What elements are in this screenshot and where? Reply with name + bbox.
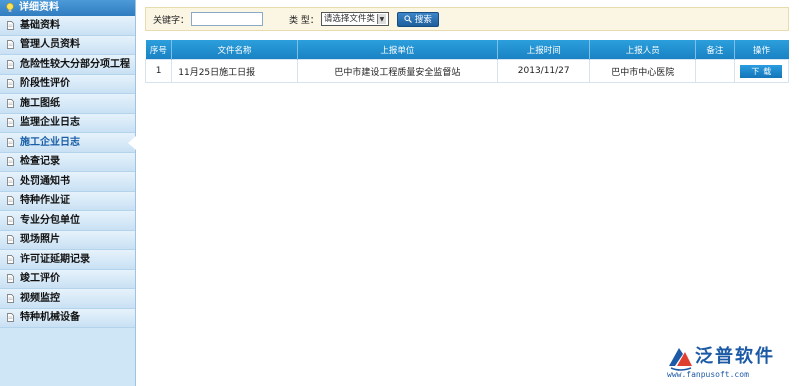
sidebar-item-label: 基础资料 bbox=[20, 19, 60, 31]
sidebar-item[interactable]: 特种机械设备 bbox=[0, 308, 135, 328]
sidebar-item-label: 危险性较大分部分项工程 bbox=[20, 58, 130, 70]
cell-person: 巴中市中心医院 bbox=[589, 59, 697, 83]
sidebar-item-label: 检查记录 bbox=[20, 156, 60, 168]
document-icon bbox=[7, 118, 14, 128]
sidebar-header-title: 详细资料 bbox=[19, 2, 59, 13]
sidebar-item[interactable]: 视频监控 bbox=[0, 289, 135, 309]
search-button-label: 搜索 bbox=[414, 15, 432, 25]
sidebar-item-label: 特种机械设备 bbox=[20, 312, 80, 324]
search-bar: 关键字： 类 型： 请选择文件类 ▼ 搜索 bbox=[145, 7, 789, 31]
watermark-url: www.fanpusoft.com bbox=[667, 370, 749, 379]
sidebar-item-label: 阶段性评价 bbox=[20, 78, 70, 90]
keyword-label: 关键字： bbox=[153, 15, 190, 26]
type-select-value: 请选择文件类 bbox=[323, 13, 375, 24]
type-select[interactable]: 请选择文件类 ▼ bbox=[320, 12, 389, 26]
search-icon bbox=[404, 15, 412, 23]
cell-unit: 巴中市建设工程质量安全监督站 bbox=[296, 59, 499, 83]
sidebar-item[interactable]: 基础资料 bbox=[0, 16, 135, 36]
fanpu-logo-icon bbox=[669, 348, 692, 371]
file-table: 序号 文件名称 上报单位 上报时间 上报人员 备注 操作 1 11月25日施工日报… bbox=[144, 40, 790, 83]
table-header-row: 序号 文件名称 上报单位 上报时间 上报人员 备注 操作 bbox=[145, 40, 789, 60]
lightbulb-icon bbox=[6, 3, 14, 12]
sidebar-item-label: 视频监控 bbox=[20, 292, 60, 304]
document-icon bbox=[7, 293, 14, 303]
col-index: 序号 bbox=[145, 40, 173, 60]
sidebar-item[interactable]: 现场照片 bbox=[0, 230, 135, 250]
sidebar-item-label: 施工图纸 bbox=[20, 97, 60, 109]
document-icon bbox=[7, 313, 14, 323]
document-icon bbox=[7, 235, 14, 245]
document-icon bbox=[7, 215, 14, 225]
document-icon bbox=[7, 137, 14, 147]
col-time: 上报时间 bbox=[497, 40, 591, 60]
cell-remark bbox=[695, 59, 735, 83]
cell-action: 下载 bbox=[733, 59, 790, 83]
col-action: 操作 bbox=[734, 40, 789, 60]
sidebar: 详细资料 基础资料管理人员资料危险性较大分部分项工程 阶段性评价施工图纸监理企业日… bbox=[0, 0, 136, 386]
document-icon bbox=[7, 79, 14, 89]
cell-file-name: 11月25日施工日报 bbox=[171, 59, 298, 83]
document-icon bbox=[7, 157, 14, 167]
sidebar-item-label: 施工企业日志 bbox=[20, 136, 80, 148]
sidebar-item[interactable]: 许可证延期记录 bbox=[0, 250, 135, 270]
sidebar-item[interactable]: 处罚通知书 bbox=[0, 172, 135, 192]
sidebar-item-label: 特种作业证 bbox=[20, 195, 70, 207]
dropdown-arrow-icon: ▼ bbox=[376, 14, 386, 24]
col-file-name: 文件名称 bbox=[171, 40, 298, 60]
cell-index: 1 bbox=[144, 59, 173, 83]
sidebar-header: 详细资料 bbox=[0, 0, 135, 16]
watermark-brand: 泛普软件 bbox=[695, 346, 775, 367]
document-icon bbox=[7, 176, 14, 186]
sidebar-item[interactable]: 竣工评价 bbox=[0, 269, 135, 289]
table-body: 1 11月25日施工日报 巴中市建设工程质量安全监督站 2013/11/27 巴中市中心… bbox=[144, 59, 790, 83]
download-button[interactable]: 下载 bbox=[740, 64, 783, 78]
document-icon bbox=[7, 20, 14, 30]
document-icon bbox=[7, 254, 14, 264]
sidebar-item-label: 管理人员资料 bbox=[20, 39, 80, 51]
search-button[interactable]: 搜索 bbox=[396, 11, 439, 27]
sidebar-menu: 基础资料管理人员资料危险性较大分部分项工程 阶段性评价施工图纸监理企业日志 施工企业… bbox=[0, 16, 136, 328]
main-panel: 关键字： 类 型： 请选择文件类 ▼ 搜索 序号 文件名称 上报单位 上报时间 … bbox=[137, 0, 799, 386]
sidebar-item-label: 专业分包单位 bbox=[20, 214, 80, 226]
keyword-input[interactable] bbox=[191, 12, 264, 26]
sidebar-item[interactable]: 施工图纸 bbox=[0, 94, 135, 114]
sidebar-item-label: 竣工评价 bbox=[20, 273, 60, 285]
col-unit: 上报单位 bbox=[297, 40, 499, 60]
sidebar-item[interactable]: 监理企业日志 bbox=[0, 113, 135, 133]
sidebar-item[interactable]: 专业分包单位 bbox=[0, 211, 135, 231]
sidebar-item[interactable]: 施工企业日志 bbox=[0, 133, 136, 153]
sidebar-item-label: 处罚通知书 bbox=[20, 175, 70, 187]
cell-time: 2013/11/27 bbox=[496, 59, 591, 83]
sidebar-item-label: 监理企业日志 bbox=[20, 117, 80, 129]
col-remark: 备注 bbox=[695, 40, 735, 60]
sidebar-item[interactable]: 检查记录 bbox=[0, 152, 135, 172]
type-label: 类 型： bbox=[289, 15, 319, 26]
watermark-logo: 泛普软件 www.fanpusoft.com bbox=[665, 342, 793, 382]
document-icon bbox=[7, 196, 14, 206]
sidebar-item[interactable]: 危险性较大分部分项工程 bbox=[0, 55, 135, 75]
sidebar-item[interactable]: 管理人员资料 bbox=[0, 35, 135, 55]
sidebar-item-label: 现场照片 bbox=[20, 234, 60, 246]
sidebar-item[interactable]: 阶段性评价 bbox=[0, 74, 135, 94]
document-icon bbox=[7, 59, 14, 69]
document-icon bbox=[7, 40, 14, 50]
document-icon bbox=[7, 98, 14, 108]
sidebar-item[interactable]: 特种作业证 bbox=[0, 191, 135, 211]
document-icon bbox=[7, 274, 14, 284]
sidebar-item-label: 许可证延期记录 bbox=[20, 253, 90, 265]
table-row: 1 11月25日施工日报 巴中市建设工程质量安全监督站 2013/11/27 巴中市中心… bbox=[144, 59, 790, 83]
col-person: 上报人员 bbox=[589, 40, 697, 60]
